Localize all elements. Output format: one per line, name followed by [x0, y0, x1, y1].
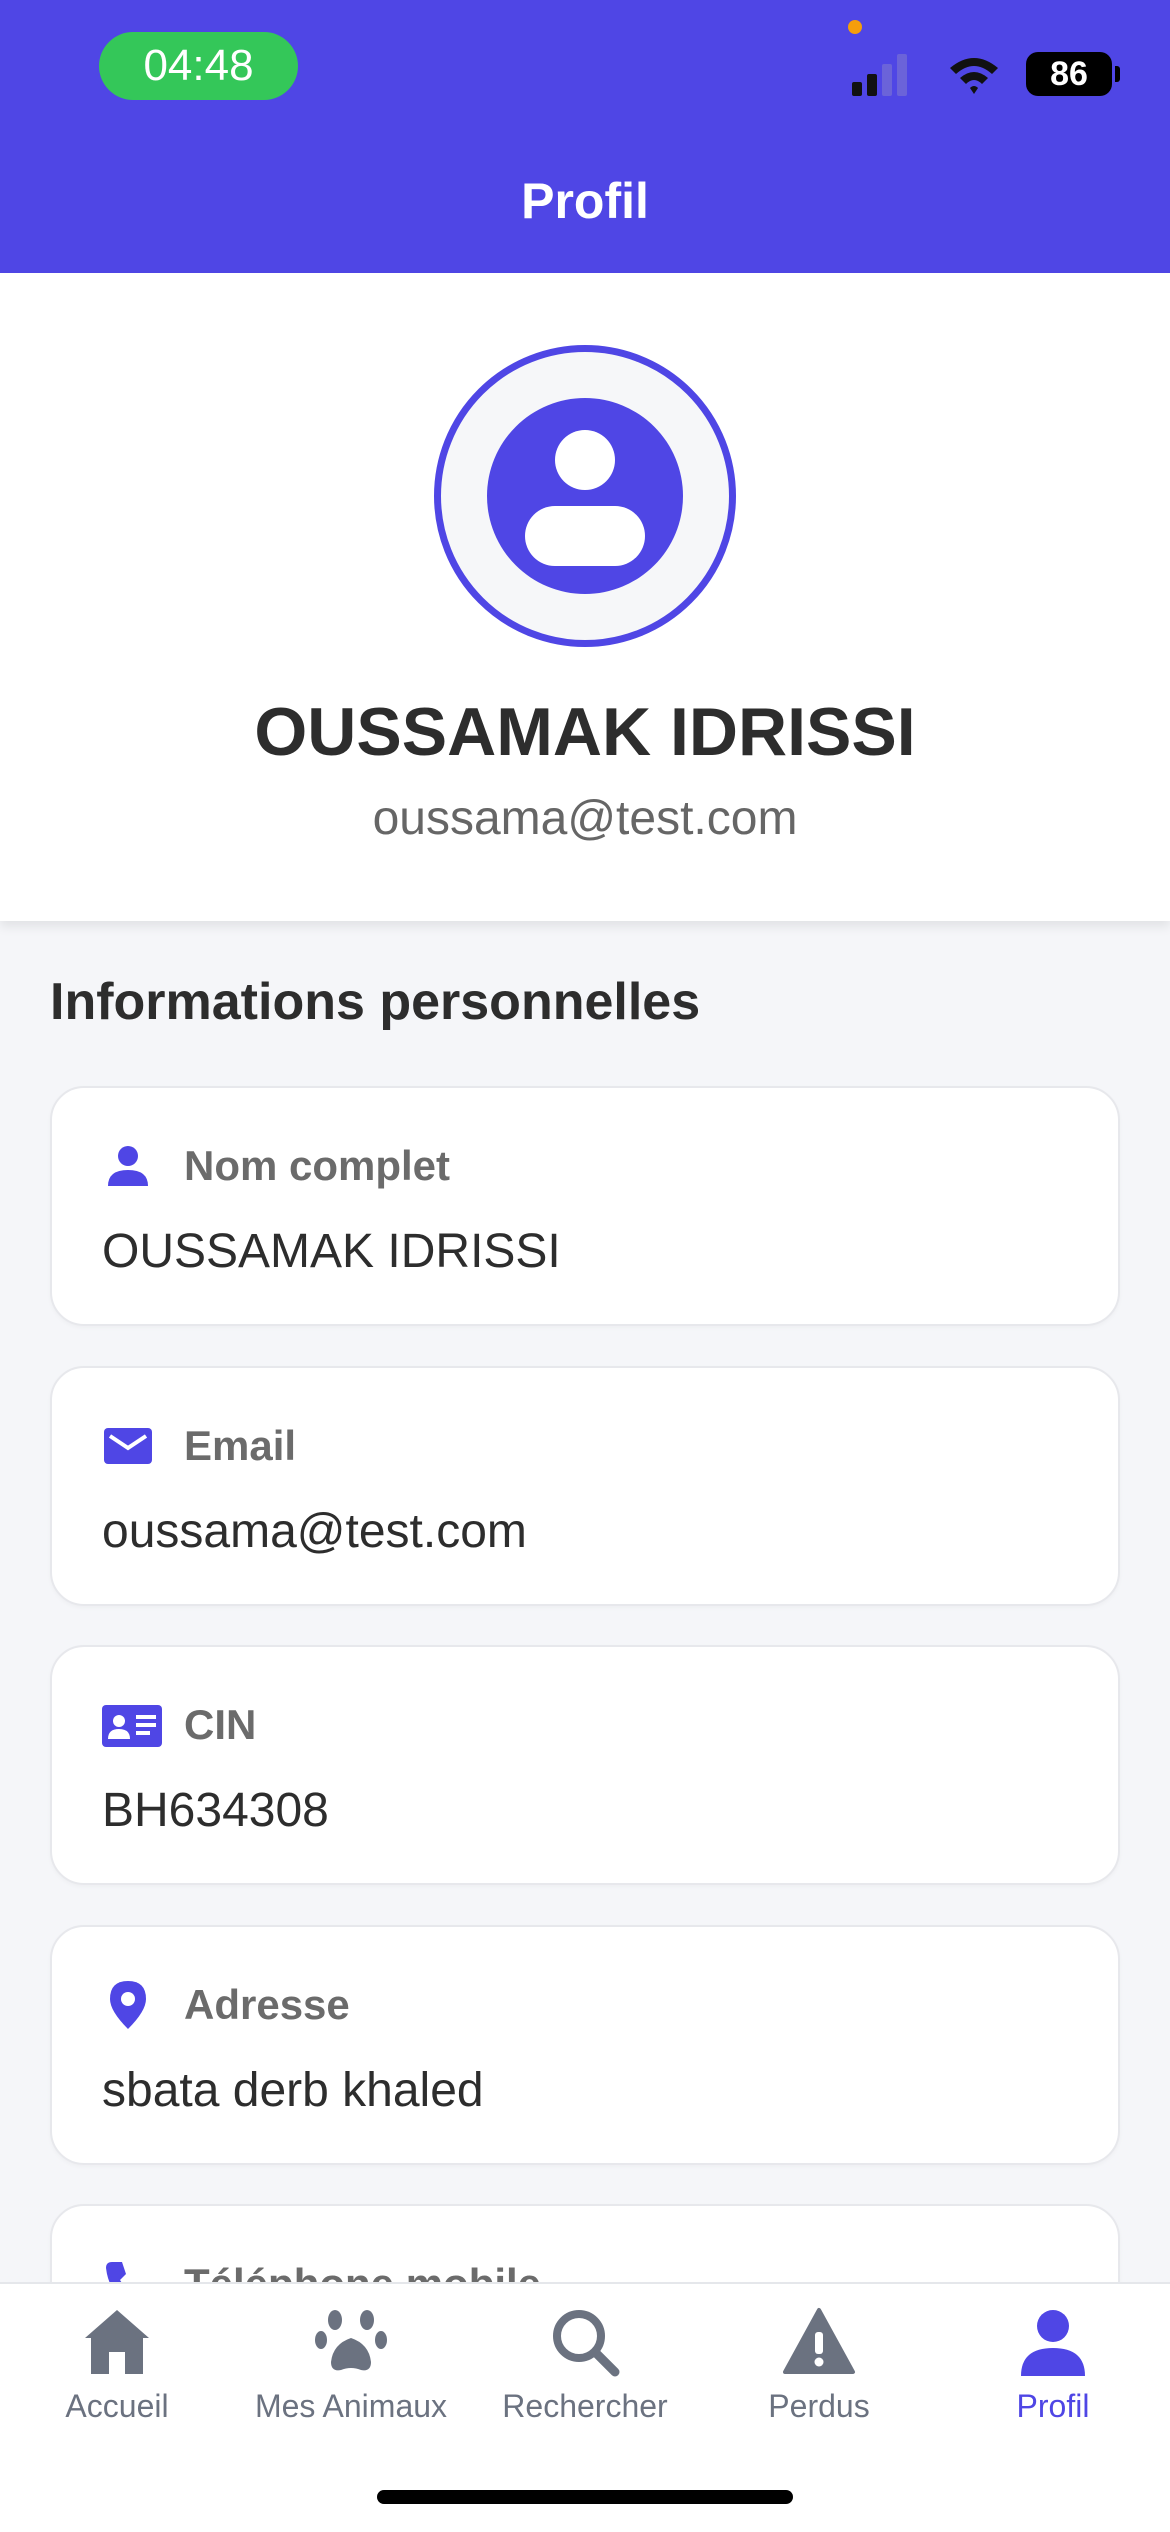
nav-item-accueil[interactable]: Accueil	[0, 2304, 234, 2425]
home-icon	[85, 2310, 149, 2374]
nav-label: Perdus	[768, 2388, 870, 2424]
location-pin-icon	[110, 1981, 146, 2029]
home-indicator[interactable]	[377, 2490, 793, 2504]
privacy-indicator-dot	[848, 20, 862, 34]
info-card-email[interactable]: Email oussama@test.com	[50, 1366, 1120, 1606]
status-time: 04:48	[99, 32, 298, 100]
section-title: Informations personnelles	[50, 973, 701, 1031]
avatar[interactable]	[434, 345, 736, 647]
nav-item-perdus[interactable]: Perdus	[702, 2304, 936, 2425]
battery-icon: 86	[1026, 52, 1120, 96]
user-icon	[108, 1146, 148, 1186]
info-value: oussama@test.com	[102, 1505, 527, 1558]
status-icons: 86	[852, 52, 1120, 96]
nav-label: Mes Animaux	[254, 2388, 448, 2424]
app-header: 04:48 86 Profil	[0, 0, 1170, 273]
info-value: OUSSAMAK IDRISSI	[102, 1225, 561, 1278]
warning-icon	[783, 2308, 855, 2374]
page-title: Profil	[521, 173, 649, 229]
nav-item-mes-animaux[interactable]: Mes Animaux	[234, 2304, 468, 2425]
info-card-full-name[interactable]: Nom complet OUSSAMAK IDRISSI	[50, 1086, 1120, 1326]
profile-summary: OUSSAMAK IDRISSI oussama@test.com	[0, 273, 1170, 921]
id-card-icon	[102, 1705, 162, 1747]
info-value: sbata derb khaled	[102, 2064, 484, 2117]
profile-name: OUSSAMAK IDRISSI	[254, 694, 916, 770]
info-label: Nom complet	[184, 1142, 451, 1189]
nav-label: Rechercher	[502, 2388, 668, 2424]
nav-item-profil[interactable]: Profil	[936, 2304, 1170, 2425]
info-label: CIN	[184, 1701, 257, 1748]
nav-item-rechercher[interactable]: Rechercher	[468, 2304, 702, 2425]
paw-icon	[315, 2310, 387, 2371]
info-value: BH634308	[102, 1784, 329, 1837]
profile-email: oussama@test.com	[372, 792, 798, 845]
nav-label: Profil	[1016, 2388, 1090, 2424]
mail-icon	[104, 1428, 152, 1464]
cellular-signal-icon	[852, 52, 914, 96]
profile-icon	[1021, 2310, 1085, 2376]
info-card-address[interactable]: Adresse sbata derb khaled	[50, 1925, 1120, 2165]
user-avatar-icon	[487, 398, 683, 594]
info-card-cin[interactable]: CIN BH634308	[50, 1645, 1120, 1885]
nav-label: Accueil	[65, 2388, 169, 2424]
wifi-icon	[950, 58, 998, 94]
info-label: Adresse	[184, 1981, 350, 2028]
search-icon	[553, 2310, 620, 2377]
info-label: Email	[184, 1422, 297, 1469]
